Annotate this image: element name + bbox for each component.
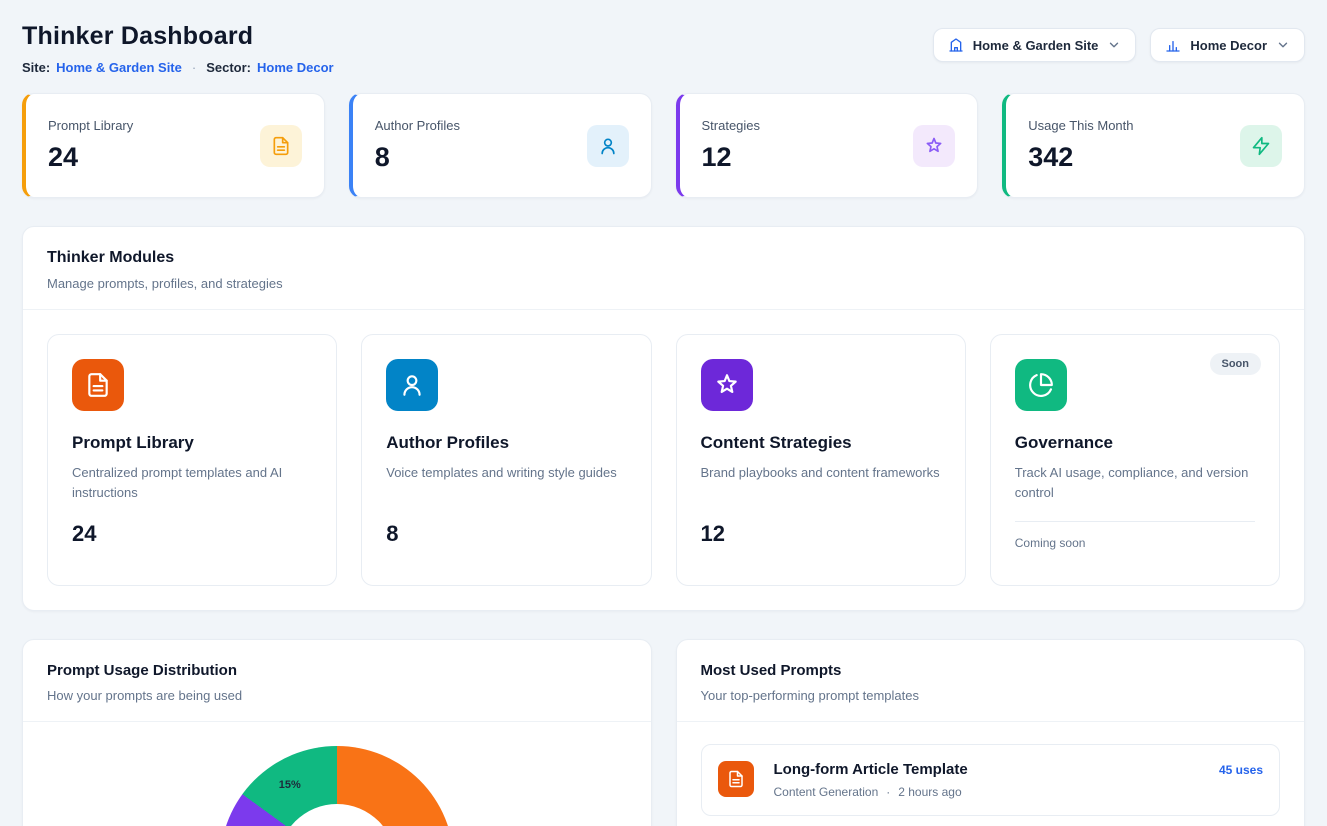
- sector-link[interactable]: Home Decor: [257, 60, 334, 75]
- stat-card-strategies: Strategies 12: [676, 93, 979, 198]
- stat-value: 8: [375, 142, 460, 173]
- pie-chart-icon: [1015, 359, 1067, 411]
- separator-dot: ·: [886, 785, 890, 799]
- prompt-uses-badge: 45 uses: [1219, 761, 1263, 777]
- prompt-usage-distribution-card: Prompt Usage Distribution How your promp…: [22, 639, 652, 826]
- prompt-list-item[interactable]: Long-form Article Template Content Gener…: [701, 744, 1281, 816]
- title-block: Thinker Dashboard Site: Home & Garden Si…: [22, 22, 334, 75]
- building-icon: [948, 37, 964, 53]
- prompt-time: 2 hours ago: [898, 785, 961, 799]
- usage-card-header: Prompt Usage Distribution How your promp…: [23, 640, 651, 721]
- stats-row: Prompt Library 24 Author Profiles 8 Stra…: [22, 93, 1305, 198]
- sector-selector-label: Home Decor: [1190, 38, 1267, 53]
- user-icon: [386, 359, 438, 411]
- lightning-icon: [1240, 125, 1282, 167]
- modules-header: Thinker Modules Manage prompts, profiles…: [23, 227, 1304, 309]
- soon-badge: Soon: [1210, 353, 1262, 375]
- site-selector-dropdown[interactable]: Home & Garden Site: [933, 28, 1137, 62]
- donut-chart-area: 15%: [23, 722, 651, 826]
- bar-chart-icon: [1165, 37, 1181, 53]
- sparkle-icon: [913, 125, 955, 167]
- module-card-prompt-library[interactable]: Prompt Library Centralized prompt templa…: [47, 334, 337, 586]
- separator-dot: ·: [192, 60, 196, 75]
- page-title: Thinker Dashboard: [22, 22, 334, 51]
- divider: [677, 721, 1305, 722]
- usage-donut-chart: 15%: [220, 746, 454, 826]
- prompt-meta: Content Generation · 2 hours ago: [774, 785, 968, 799]
- coming-soon-note: Coming soon: [1015, 536, 1255, 550]
- most-used-subtitle: Your top-performing prompt templates: [701, 688, 1281, 703]
- most-used-title: Most Used Prompts: [701, 662, 1281, 679]
- stat-label: Strategies: [702, 118, 761, 133]
- document-icon: [72, 359, 124, 411]
- stat-text: Usage This Month 342: [1028, 118, 1133, 173]
- module-count: 12: [701, 521, 941, 547]
- document-icon: [718, 761, 754, 797]
- module-description: Centralized prompt templates and AI inst…: [72, 463, 312, 503]
- breadcrumb: Site: Home & Garden Site · Sector: Home …: [22, 60, 334, 75]
- usage-card-subtitle: How your prompts are being used: [47, 688, 627, 703]
- module-title: Author Profiles: [386, 433, 626, 453]
- dashboard-root: Thinker Dashboard Site: Home & Garden Si…: [0, 0, 1327, 826]
- usage-card-title: Prompt Usage Distribution: [47, 662, 627, 679]
- stat-text: Strategies 12: [702, 118, 761, 173]
- module-description: Track AI usage, compliance, and version …: [1015, 463, 1255, 503]
- stat-card-prompt-library: Prompt Library 24: [22, 93, 325, 198]
- stat-label: Author Profiles: [375, 118, 460, 133]
- prompt-name: Long-form Article Template: [774, 761, 968, 778]
- module-card-author-profiles[interactable]: Author Profiles Voice templates and writ…: [361, 334, 651, 586]
- sparkle-icon: [701, 359, 753, 411]
- stat-text: Author Profiles 8: [375, 118, 460, 173]
- module-title: Content Strategies: [701, 433, 941, 453]
- site-selector-label: Home & Garden Site: [973, 38, 1099, 53]
- module-description: Voice templates and writing style guides: [386, 463, 626, 503]
- selectors: Home & Garden Site Home Decor: [933, 22, 1305, 62]
- stat-value: 342: [1028, 142, 1133, 173]
- topbar: Thinker Dashboard Site: Home & Garden Si…: [22, 22, 1305, 75]
- module-title: Governance: [1015, 433, 1255, 453]
- modules-subtitle: Manage prompts, profiles, and strategies: [47, 276, 1280, 291]
- stat-value: 12: [702, 142, 761, 173]
- prompt-category: Content Generation: [774, 785, 879, 799]
- sector-label: Sector:: [206, 60, 251, 75]
- stat-card-author-profiles: Author Profiles 8: [349, 93, 652, 198]
- chevron-down-icon: [1107, 38, 1121, 52]
- chevron-down-icon: [1276, 38, 1290, 52]
- stat-label: Prompt Library: [48, 118, 133, 133]
- modules-title: Thinker Modules: [47, 249, 1280, 267]
- bottom-row: Prompt Usage Distribution How your promp…: [22, 639, 1305, 826]
- most-used-header: Most Used Prompts Your top-performing pr…: [677, 640, 1305, 721]
- sector-selector-dropdown[interactable]: Home Decor: [1150, 28, 1305, 62]
- module-description: Brand playbooks and content frameworks: [701, 463, 941, 503]
- divider: [1015, 521, 1255, 522]
- thinker-modules-panel: Thinker Modules Manage prompts, profiles…: [22, 226, 1305, 611]
- stat-value: 24: [48, 142, 133, 173]
- most-used-prompts-card: Most Used Prompts Your top-performing pr…: [676, 639, 1306, 826]
- stat-text: Prompt Library 24: [48, 118, 133, 173]
- user-icon: [587, 125, 629, 167]
- module-card-content-strategies[interactable]: Content Strategies Brand playbooks and c…: [676, 334, 966, 586]
- module-count: 24: [72, 521, 312, 547]
- module-card-governance: Soon Governance Track AI usage, complian…: [990, 334, 1280, 586]
- site-link[interactable]: Home & Garden Site: [56, 60, 182, 75]
- module-title: Prompt Library: [72, 433, 312, 453]
- module-count: 8: [386, 521, 626, 547]
- modules-grid: Prompt Library Centralized prompt templa…: [23, 310, 1304, 610]
- document-icon: [260, 125, 302, 167]
- donut-segment-label: 15%: [279, 779, 301, 791]
- stat-label: Usage This Month: [1028, 118, 1133, 133]
- prompt-item-text: Long-form Article Template Content Gener…: [774, 761, 968, 799]
- site-label: Site:: [22, 60, 50, 75]
- stat-card-usage: Usage This Month 342: [1002, 93, 1305, 198]
